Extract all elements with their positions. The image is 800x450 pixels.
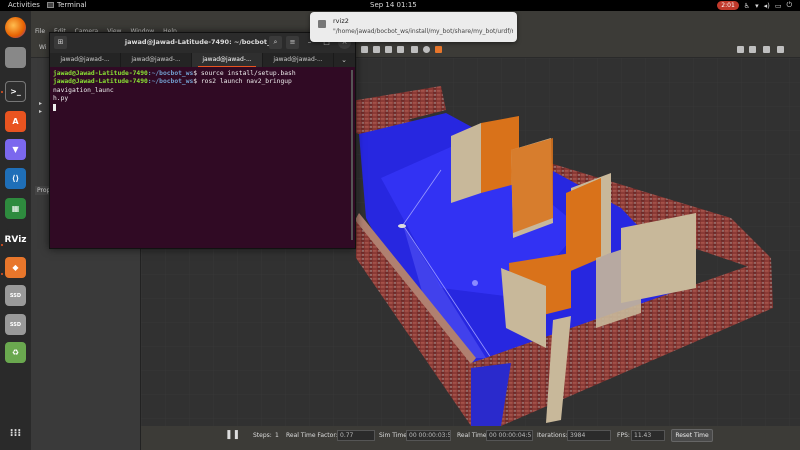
clock[interactable]: Sep 14 01:15 [370,1,417,9]
sphere-shape-icon[interactable] [423,46,430,53]
iterations-field: 3984 [567,430,611,441]
running-indicator [1,273,3,275]
sim-time-label: Sim Time: [379,432,409,439]
terminal-line: h.py [53,95,69,103]
terminal-app-icon[interactable]: >_ [5,81,26,102]
rotate-tool-icon[interactable] [385,46,392,53]
door-orange [566,178,601,273]
tab-terminal-3[interactable]: jawad@jawad-... [192,53,263,67]
drive-icon[interactable]: SSD [5,285,26,306]
pause-button[interactable]: ❚❚ [225,430,240,440]
app-name: Terminal [57,1,87,9]
reset-time-button[interactable]: Reset Time [671,429,713,442]
app-icon-purple[interactable]: ▼ [5,139,26,160]
battery-icon: ▭ [774,1,782,10]
plot-icon[interactable] [763,46,770,53]
software-center-icon[interactable]: A [5,111,26,132]
show-apps-icon[interactable]: ⁝⁝⁝ [5,423,26,444]
tabs-dropdown-icon[interactable]: ⌄ [334,56,354,64]
real-time-field: 00 00:00:04:51.118 [486,430,533,441]
box-shape-icon[interactable] [411,46,418,53]
notification-popup[interactable]: rviz2 "/home/jawad/bocbot_ws/install/my_… [310,12,517,42]
vscode-icon[interactable]: ⟨⟩ [5,168,26,189]
notification-title: rviz2 [333,17,349,25]
running-indicator [1,244,3,246]
fps-label: FPS: [617,432,630,439]
running-indicator [1,91,3,93]
activities-button[interactable]: Activities [8,1,40,9]
real-time-label: Real Time: [457,432,489,439]
tab-terminal-1[interactable]: jawad@jawad-... [50,53,121,67]
scale-tool-icon[interactable] [397,46,404,53]
steps-value[interactable]: 1 [275,432,279,439]
door-orange [511,138,553,233]
dock: >_ A ▼ ⟨⟩ ▦ RViz ◆ SSD SSD ♻ ⁝⁝⁝ [0,11,31,450]
tab-terminal-4[interactable]: jawad@jawad-... [263,53,334,67]
volume-icon: ◂) [763,1,770,10]
app-icon [318,20,326,28]
network-icon: ▾ [755,1,759,10]
trash-icon[interactable]: ♻ [5,342,26,363]
menu-file[interactable]: File [35,28,45,35]
text-cursor [53,103,56,111]
tab-terminal-2[interactable]: jawad@jawad-... [121,53,192,67]
rviz-icon[interactable]: RViz [4,229,27,250]
app-menu[interactable]: Terminal [47,1,87,9]
spreadsheet-icon[interactable]: ▦ [5,198,26,219]
gazebo-icon[interactable]: ◆ [5,257,26,278]
tree-item[interactable]: ▸ [39,100,42,107]
scrollbar[interactable] [351,70,353,240]
log-icon[interactable] [749,46,756,53]
select-tool-icon[interactable] [361,46,368,53]
steps-label: Steps: [253,432,272,439]
light-icon[interactable] [435,46,442,53]
translate-tool-icon[interactable] [373,46,380,53]
firefox-icon[interactable] [5,17,26,38]
terminal-tabs: jawad@jawad-... jawad@jawad-... jawad@ja… [50,53,355,67]
terminal-cursor-line [53,103,353,113]
power-icon: ⏻ [786,1,792,9]
search-icon[interactable]: ⌕ [269,36,282,49]
rtf-field: 0.77 [337,430,375,441]
world-tab[interactable]: Wi [39,44,46,51]
terminal-output[interactable]: jawad@Jawad-Latitude-7490:~/bocbot_ws$ s… [53,70,353,113]
drive-icon[interactable]: SSD [5,314,26,335]
iterations-label: Iterations: [537,432,568,439]
top-bar: Activities Terminal Sep 14 01:15 2:01 ♿ … [0,0,800,11]
time-panel: ❚❚ Steps: 1 Real Time Factor: 0.77 Sim T… [141,426,800,446]
rtf-label: Real Time Factor: [286,432,338,439]
system-status[interactable]: 2:01 ♿ ▾ ◂) ▭ ⏻ [717,0,792,11]
robot-marker [398,224,406,228]
partition-wall [451,123,481,203]
terminal-window[interactable]: ⊞ jawad@Jawad-Latitude-7490: ~/bocbot_ws… [49,32,356,249]
partition-wall [596,243,641,328]
fps-field: 11.43 [631,430,665,441]
tree-item[interactable]: ▸ [39,108,42,115]
recording-indicator[interactable]: 2:01 [717,1,739,10]
record-icon[interactable] [777,46,784,53]
terminal-icon [47,2,54,8]
goal-marker [472,280,478,286]
screenshot-icon[interactable] [737,46,744,53]
accessibility-icon: ♿ [743,1,751,10]
hamburger-menu-icon[interactable]: ≡ [286,36,299,49]
notification-body: "/home/jawad/bocbot_ws/install/my_bot/sh… [333,28,513,35]
terminal-line: jawad@Jawad-Latitude-7490:~/bocbot_ws$ r… [53,78,292,94]
files-icon[interactable] [5,47,26,68]
sim-time-field: 00 00:00:03:54.764 [406,430,451,441]
